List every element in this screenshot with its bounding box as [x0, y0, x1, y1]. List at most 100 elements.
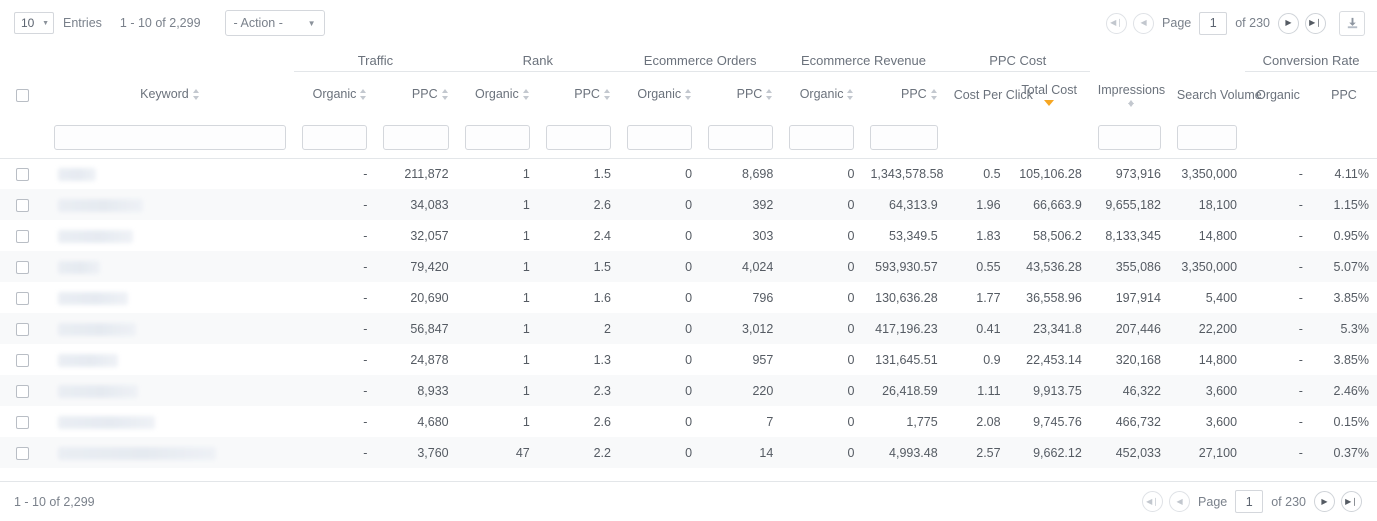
filter-input-impressions[interactable]: [1097, 125, 1161, 151]
filter-input-orders-ppc[interactable]: [708, 125, 774, 151]
row-select-checkbox[interactable]: [16, 167, 30, 181]
filter-input-search-volume[interactable]: [1176, 125, 1238, 151]
keyword-cell[interactable]: [46, 344, 295, 375]
column-header-impressions[interactable]: Impressions: [1090, 71, 1169, 118]
previous-page-button[interactable]: ◀: [1133, 12, 1155, 34]
next-page-button[interactable]: ▶: [1314, 491, 1335, 512]
filter-input-traffic-organic[interactable]: [302, 125, 368, 151]
table-row: - 8,933 1 2.3 0 220 0 26,418.59 1.11 9,913.75 46,3…: [0, 375, 1377, 406]
row-select-checkbox[interactable]: [16, 291, 30, 305]
total-cost-cell: 9,662.12: [1033, 445, 1082, 460]
next-page-button[interactable]: ▶: [1278, 12, 1299, 34]
column-header-traffic-organic[interactable]: Organic: [294, 71, 375, 118]
filter-input-rank-organic[interactable]: [464, 125, 530, 151]
row-select-checkbox[interactable]: [16, 446, 30, 460]
column-header-search-volume[interactable]: Search Volume: [1169, 71, 1262, 118]
keyword-analytics-page: 10 ▼ Entries 1 - 10 of 2,299 - Action - …: [0, 0, 1377, 521]
keyword-cell[interactable]: [46, 158, 295, 189]
column-header-orders-ppc-label: PPC: [736, 87, 763, 102]
sort-icon: [522, 89, 530, 101]
revenue-ppc-cell: 131,645.51: [875, 352, 938, 367]
total-cost-cell: 36,558.96: [1026, 290, 1082, 305]
column-header-conversion-ppc[interactable]: PPC: [1311, 71, 1377, 118]
column-header-revenue-ppc[interactable]: PPC: [862, 71, 945, 118]
group-header-traffic: Traffic: [294, 46, 457, 72]
page-number-input[interactable]: [1199, 11, 1228, 35]
column-header-row: Keyword Organic PPC Organic PPC Organic …: [0, 71, 1377, 118]
data-table-container: Traffic Rank Ecommerce Orders Ecommerce …: [0, 46, 1377, 481]
orders-ppc-cell: 796: [752, 290, 774, 305]
first-page-button[interactable]: ◀❘: [1142, 491, 1164, 512]
search-volume-cell: 27,100: [1198, 445, 1238, 460]
rank-ppc-cell: 2.6: [593, 414, 611, 429]
column-header-keyword-label: Keyword: [140, 87, 189, 101]
orders-organic-cell: 0: [685, 166, 693, 181]
keyword-cell[interactable]: [46, 437, 295, 468]
filter-input-keyword[interactable]: [53, 125, 287, 151]
column-header-orders-organic[interactable]: Organic: [619, 71, 700, 118]
revenue-ppc-cell: 64,313.9: [889, 197, 938, 212]
orders-ppc-cell: 392: [752, 197, 774, 212]
last-page-button[interactable]: ▶❘: [1305, 12, 1326, 34]
rank-ppc-cell: 1.5: [593, 166, 611, 181]
rank-ppc-cell: 1.5: [593, 259, 611, 274]
sort-icon: [1127, 99, 1135, 107]
row-select-checkbox[interactable]: [16, 260, 30, 274]
revenue-ppc-cell: 417,196.23: [875, 321, 938, 336]
redacted-keyword: [57, 229, 133, 243]
previous-page-button[interactable]: ◀: [1169, 491, 1191, 512]
impressions-cell: 466,732: [1115, 414, 1161, 429]
impressions-cell: 452,033: [1115, 445, 1161, 460]
row-select-checkbox[interactable]: [16, 415, 30, 429]
filter-input-orders-organic[interactable]: [626, 125, 693, 151]
entries-per-page-value: 10: [21, 16, 35, 30]
page-label: Page: [1162, 16, 1192, 30]
column-header-cost-per-click[interactable]: Cost Per Click: [946, 71, 1033, 118]
column-header-total-cost[interactable]: Total Cost: [1009, 71, 1090, 118]
entries-per-page-select[interactable]: 10 ▼: [14, 12, 54, 34]
traffic-organic-cell: -: [363, 197, 368, 212]
filter-input-revenue-organic[interactable]: [789, 125, 855, 151]
page-number-input[interactable]: [1235, 490, 1264, 513]
row-select-checkbox[interactable]: [16, 322, 30, 336]
row-select-checkbox[interactable]: [16, 384, 30, 398]
row-select-checkbox[interactable]: [16, 198, 30, 212]
filter-input-traffic-ppc[interactable]: [383, 125, 449, 151]
column-header-orders-ppc[interactable]: PPC: [700, 71, 781, 118]
row-select-cell: [0, 344, 46, 375]
rank-ppc-cell: 1.6: [593, 290, 611, 305]
keyword-cell[interactable]: [46, 189, 295, 220]
keyword-cell[interactable]: [46, 220, 295, 251]
keyword-cell[interactable]: [46, 282, 295, 313]
revenue-ppc-cell: 53,349.5: [889, 228, 938, 243]
conversion-organic-cell: -: [1298, 259, 1303, 274]
row-select-checkbox[interactable]: [16, 353, 30, 367]
traffic-organic-cell: -: [363, 414, 368, 429]
conversion-organic-cell: -: [1298, 197, 1303, 212]
filter-input-rank-ppc[interactable]: [545, 125, 611, 151]
revenue-organic-cell: 0: [847, 321, 855, 336]
select-all-checkbox[interactable]: [16, 88, 30, 102]
column-header-revenue-organic[interactable]: Organic: [781, 71, 862, 118]
first-page-button[interactable]: ◀❘: [1106, 12, 1128, 34]
redacted-keyword: [57, 415, 155, 429]
footer-result-range-label: 1 - 10 of 2,299: [14, 494, 95, 509]
last-page-button[interactable]: ▶❘: [1341, 491, 1362, 512]
orders-organic-cell: 0: [685, 383, 693, 398]
keyword-cell[interactable]: [46, 313, 295, 344]
orders-organic-cell: 0: [685, 414, 693, 429]
column-header-rank-organic[interactable]: Organic: [457, 71, 538, 118]
filter-input-revenue-ppc[interactable]: [870, 125, 938, 151]
column-header-keyword[interactable]: Keyword: [46, 71, 295, 118]
keyword-cell[interactable]: [46, 375, 295, 406]
filter-cell-cost-per-click: [945, 118, 1009, 159]
keyword-cell[interactable]: [46, 251, 295, 282]
column-header-rank-ppc[interactable]: PPC: [538, 71, 619, 118]
export-download-button[interactable]: [1339, 10, 1365, 36]
keyword-cell[interactable]: [46, 406, 295, 437]
action-dropdown[interactable]: - Action - ▼: [224, 10, 325, 36]
row-select-cell: [0, 375, 46, 406]
sort-icon: [192, 89, 200, 100]
row-select-checkbox[interactable]: [16, 229, 30, 243]
column-header-traffic-ppc[interactable]: PPC: [375, 71, 456, 118]
